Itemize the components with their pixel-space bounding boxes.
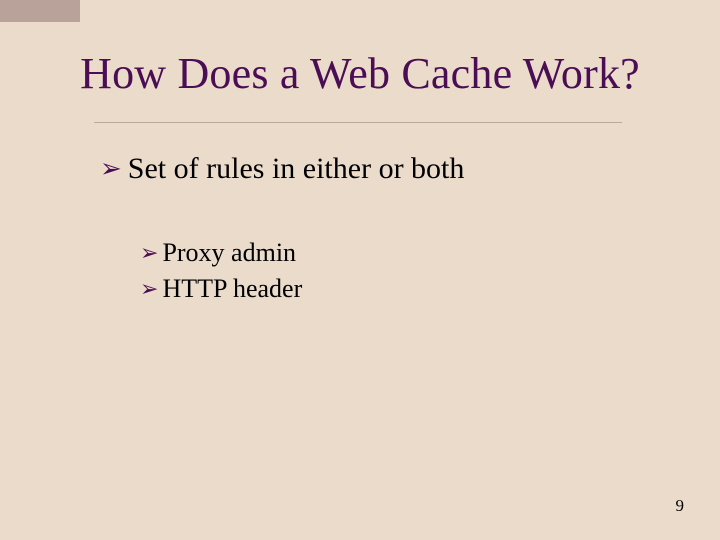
- bullet-level1: ➢ Set of rules in either or both: [100, 152, 464, 186]
- bullet-level2: ➢ HTTP header: [140, 274, 302, 304]
- bullet-text: HTTP header: [162, 274, 302, 304]
- bullet-text: Proxy admin: [162, 238, 296, 268]
- slide-title: How Does a Web Cache Work?: [0, 48, 720, 99]
- chevron-right-icon: ➢: [140, 238, 158, 268]
- title-divider: [94, 122, 622, 123]
- chevron-right-icon: ➢: [100, 152, 122, 186]
- bullet-level2: ➢ Proxy admin: [140, 238, 296, 268]
- slide: How Does a Web Cache Work? ➢ Set of rule…: [0, 0, 720, 540]
- bullet-text: Set of rules in either or both: [128, 152, 465, 186]
- chevron-right-icon: ➢: [140, 274, 158, 304]
- corner-decoration: [0, 0, 80, 22]
- page-number: 9: [676, 496, 685, 516]
